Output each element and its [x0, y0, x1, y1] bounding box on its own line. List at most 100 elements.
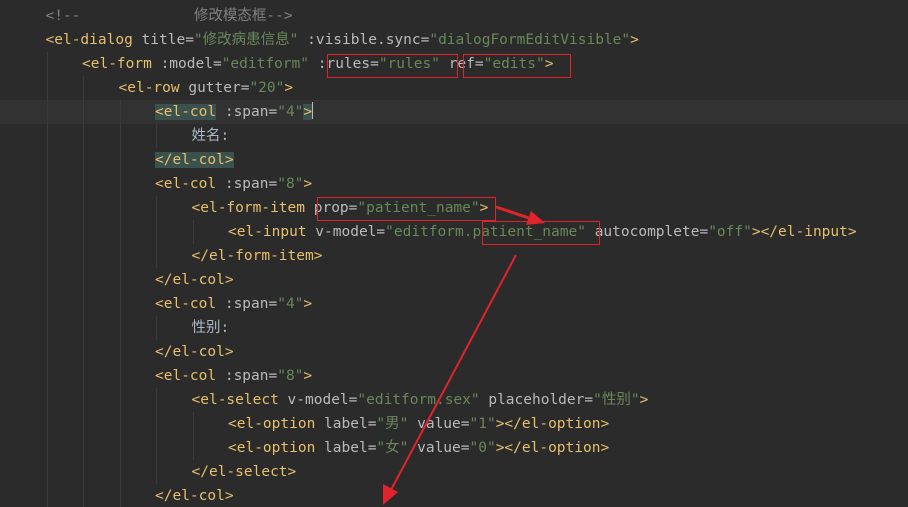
code-token: :model=	[151, 56, 222, 72]
code-editor[interactable]: <!-- 修改模态框--> <el-dialog title="修改病患信息" :…	[0, 0, 908, 507]
code-line[interactable]: <el-input v-model="editform.patient_name…	[0, 220, 908, 244]
indent-guide	[192, 220, 194, 244]
code-line[interactable]: <el-option label="男" value="1"></el-opti…	[0, 412, 908, 436]
code-token: <el-col	[155, 296, 217, 312]
code-line[interactable]: <el-dialog title="修改病患信息" :visible.sync=…	[0, 28, 908, 52]
code-token: ref=	[448, 56, 484, 72]
code-line[interactable]: <el-col :span="4">	[0, 100, 908, 124]
indent-guide	[119, 268, 121, 292]
code-token: :span=	[216, 176, 278, 192]
code-text: </el-select>	[192, 460, 297, 484]
indent-guide	[83, 268, 84, 292]
code-token: </el-form-item>	[191, 248, 323, 264]
indent-guide	[83, 124, 84, 148]
code-token: >	[303, 104, 313, 120]
code-token: :visible.sync=	[298, 32, 430, 48]
indent-guide	[83, 460, 84, 484]
code-line[interactable]: <el-row gutter="20">	[0, 76, 908, 100]
code-token: patient_name"	[472, 224, 586, 240]
indent-guide	[46, 100, 48, 124]
code-token: >	[284, 80, 294, 96]
code-token: >	[544, 56, 554, 72]
code-text: </el-col>	[155, 484, 234, 507]
code-token: "edits"	[483, 56, 545, 72]
indent-guide	[83, 148, 84, 172]
code-line[interactable]: </el-col>	[0, 484, 908, 507]
code-token: gutter=	[179, 80, 250, 96]
code-token: <el-select	[191, 392, 279, 408]
code-line[interactable]: 性别:	[0, 316, 908, 340]
code-line[interactable]: 姓名:	[0, 124, 908, 148]
indent-guide	[156, 436, 157, 460]
indent-guide	[46, 244, 48, 268]
indent-guide	[119, 172, 121, 196]
code-line[interactable]: </el-select>	[0, 460, 908, 484]
indent-guide	[83, 100, 84, 124]
code-line[interactable]: <el-col :span="8">	[0, 172, 908, 196]
code-token: "rules"	[378, 56, 440, 72]
indent-guide	[119, 412, 121, 436]
code-text: </el-col>	[155, 340, 234, 364]
code-line[interactable]: </el-col>	[0, 340, 908, 364]
code-token: "修改病患信息"	[193, 32, 299, 48]
code-token: >	[303, 368, 313, 384]
code-token: "20"	[249, 80, 285, 96]
code-token: <el-col	[155, 176, 217, 192]
code-token: "editform.	[385, 224, 473, 240]
code-text: <el-option label="女" value="0"></el-opti…	[228, 436, 609, 460]
indent-guide	[46, 484, 48, 507]
code-token: </el-col>	[155, 272, 234, 288]
indent-guide	[119, 124, 121, 148]
indent-guide	[119, 100, 121, 124]
code-token: "off"	[708, 224, 752, 240]
code-line[interactable]: </el-form-item>	[0, 244, 908, 268]
indent-guide	[83, 364, 84, 388]
code-token: label=	[315, 440, 377, 456]
code-token: <el-dialog	[45, 32, 133, 48]
code-token: >	[303, 176, 313, 192]
indent-guide	[46, 340, 48, 364]
code-line[interactable]: <el-form-item prop="patient_name">	[0, 196, 908, 220]
code-text: <el-col :span="8">	[155, 364, 312, 388]
indent-guide	[46, 460, 48, 484]
code-line[interactable]: <!-- 修改模态框-->	[0, 4, 908, 28]
indent-guide	[119, 196, 121, 220]
code-line[interactable]: <el-option label="女" value="0"></el-opti…	[0, 436, 908, 460]
indent-guide	[156, 244, 157, 268]
indent-guide	[83, 316, 84, 340]
code-token: ></el-option>	[495, 440, 610, 456]
code-line[interactable]: <el-select v-model="editform.sex" placeh…	[0, 388, 908, 412]
indent-guide	[83, 292, 84, 316]
indent-guide	[156, 412, 157, 436]
code-text: <el-option label="男" value="1"></el-opti…	[228, 412, 609, 436]
code-token: </el-col>	[155, 488, 234, 504]
indent-guide	[119, 148, 121, 172]
indent-guide	[83, 172, 84, 196]
indent-guide	[46, 364, 48, 388]
code-text: <el-form :model="editform" :rules="rules…	[82, 52, 553, 76]
indent-guide	[156, 196, 157, 220]
code-text: 性别:	[192, 316, 230, 340]
code-line[interactable]: <el-col :span="8">	[0, 364, 908, 388]
code-line[interactable]: <el-form :model="editform" :rules="rules…	[0, 52, 908, 76]
indent-guide	[46, 388, 48, 412]
code-token: label=	[315, 416, 377, 432]
indent-guide	[46, 76, 48, 100]
indent-guide	[119, 340, 121, 364]
code-token: >	[639, 392, 649, 408]
indent-guide	[83, 220, 84, 244]
indent-guide	[83, 436, 84, 460]
code-token: <el-option	[228, 416, 316, 432]
code-token: >	[630, 32, 639, 48]
code-line[interactable]: </el-col>	[0, 148, 908, 172]
indent-guide	[46, 436, 48, 460]
code-line[interactable]: <el-col :span="4">	[0, 292, 908, 316]
indent-guide	[156, 316, 157, 340]
code-text: </el-col>	[155, 268, 234, 292]
indent-guide	[119, 292, 121, 316]
indent-guide	[46, 316, 48, 340]
code-token: prop=	[313, 200, 358, 216]
code-token: 姓名:	[191, 128, 230, 144]
code-line[interactable]: </el-col>	[0, 268, 908, 292]
